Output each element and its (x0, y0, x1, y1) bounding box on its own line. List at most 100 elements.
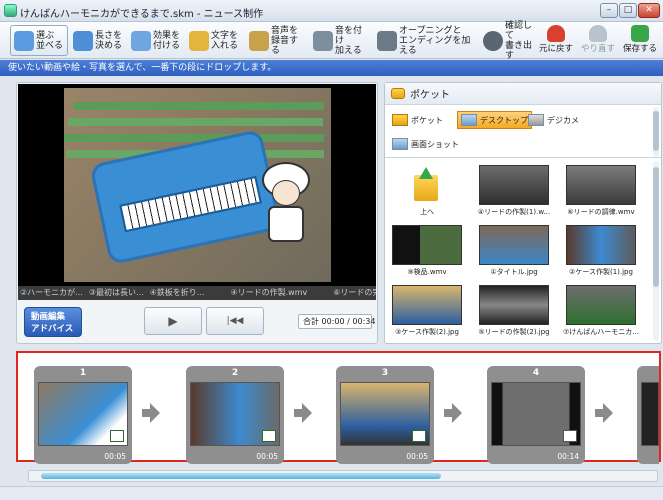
file-item[interactable]: ⑥リードの調律.wmv (562, 165, 640, 217)
clip-thumbnail (641, 382, 659, 446)
advice-button[interactable]: 動画編集 アドバイス (24, 307, 82, 337)
tree-item-screenshot[interactable]: 画面ショット (389, 135, 462, 153)
title-bar: けんばんハーモニカができるまで.skm - ニュース制作 – □ ✕ (0, 0, 663, 22)
tree-label: デスクトップ (480, 115, 528, 125)
tb-label: 文字を 入れる (211, 30, 239, 51)
tree-label: デジカメ (547, 115, 579, 125)
tb-label: 音を付け 加える (335, 25, 363, 56)
file-thumbnail (392, 225, 462, 265)
storyboard-scrollbar[interactable] (28, 470, 658, 482)
clip-thumbnail (340, 382, 430, 446)
scroll-thumb[interactable] (41, 473, 441, 479)
tb-label: 選ぶ 並べる (36, 30, 64, 51)
file-name: ③ケース作製(2).jpg (395, 328, 459, 336)
file-thumbnail (479, 285, 549, 325)
record-button[interactable]: 音声を 録音する (246, 25, 308, 56)
undo-button[interactable]: 元に戻す (535, 25, 577, 56)
storyboard-clip[interactable]: 1 00:05 (34, 366, 132, 464)
window-title: けんばんハーモニカができるまで.skm - ニュース制作 (20, 9, 264, 20)
tb-label: やり直す (580, 44, 615, 54)
file-thumbnail (566, 225, 636, 265)
file-thumbnail (479, 225, 549, 265)
file-scrollbar[interactable] (653, 161, 659, 341)
pocket-header: ポケット (385, 83, 661, 105)
select-arrange-button[interactable]: 選ぶ 並べる (10, 25, 68, 56)
player-controls: 動画編集 アドバイス ▶ |◀◀ 合計 00:00 / 00:34 (18, 301, 376, 343)
file-item[interactable]: ①タイトル.jpg (475, 225, 553, 277)
clip-number: 3 (381, 368, 389, 378)
folder-up-icon (392, 165, 462, 205)
clapper-icon (377, 30, 397, 51)
tb-label: 長さを 決める (95, 30, 123, 51)
clip-duration: 00:14 (557, 452, 579, 461)
clip-thumbnail (38, 382, 128, 446)
tree-item-desktop[interactable]: デスクトップ (457, 111, 532, 129)
total-label: 合計 (303, 317, 319, 326)
pocket-icon (392, 114, 408, 126)
tb-label: オープニングと エンディングを加える (399, 25, 471, 56)
arrow-right-icon (142, 403, 160, 423)
file-grid: 上へ ④リードの作製(1).w... ⑥リードの調律.wmv ⑨検品.wmv ①… (385, 159, 651, 343)
file-item[interactable]: ②ケース作製(1).jpg (562, 225, 640, 277)
redo-button[interactable]: やり直す (577, 25, 619, 56)
time-value: 00:00 / 00:34 (321, 317, 376, 326)
opening-ending-button[interactable]: オープニングと エンディングを加える (374, 25, 478, 56)
file-name: ④リードの作製(1).w... (477, 208, 551, 216)
file-thumbnail (479, 165, 549, 205)
hint-bar: 使いたい動画や絵・写真を選んで、一番下の段にドロップします。 (0, 60, 663, 76)
professor-character (260, 162, 312, 244)
video-preview[interactable] (18, 84, 376, 286)
pocket-icon (391, 88, 405, 99)
file-item[interactable]: ⑦けんばんハーモニカ... (562, 285, 640, 337)
save-icon (631, 25, 649, 42)
tree-scrollbar[interactable] (653, 107, 659, 157)
storyboard-clip[interactable]: 2 00:05 (186, 366, 284, 464)
file-item[interactable]: ⑤リードの作製(2).jpg (475, 285, 553, 337)
clip-thumbnail (190, 382, 280, 446)
file-name: ①タイトル.jpg (490, 268, 538, 276)
advice-line2: アドバイス (31, 324, 74, 334)
file-name: ⑥リードの調律.wmv (567, 208, 635, 216)
tb-label: 効果を 付ける (153, 30, 181, 51)
tb-label: 確認して 書き出す (505, 20, 533, 61)
file-item[interactable]: ③ケース作製(2).jpg (388, 285, 466, 337)
ribbon-item: ⑥リードの完成... (333, 288, 376, 297)
effect-button[interactable]: 効果を 付ける (128, 25, 186, 56)
file-name: ②ケース作製(1).jpg (569, 268, 633, 276)
screenshot-icon (392, 138, 408, 150)
storyboard-clip[interactable]: 4 00:14 (487, 366, 585, 464)
undo-icon (547, 25, 565, 42)
camera-icon (528, 114, 544, 126)
tb-label: 元に戻す (538, 44, 573, 54)
image-badge-icon (262, 430, 276, 442)
ribbon-item: ④鉄板を折り... (149, 288, 205, 297)
tree-item-pocket[interactable]: ポケット (389, 111, 446, 129)
clip-number: 4 (532, 368, 540, 378)
tree-item-camera[interactable]: デジカメ (525, 111, 582, 129)
file-item[interactable]: ⑨検品.wmv (388, 225, 466, 277)
storyboard-clip-partial[interactable] (637, 366, 659, 464)
image-badge-icon (110, 430, 124, 442)
speaker-icon (313, 30, 333, 51)
close-button[interactable]: ✕ (638, 3, 660, 18)
add-sound-button[interactable]: 音を付け 加える (310, 25, 372, 56)
length-button[interactable]: 長さを 決める (70, 25, 128, 56)
maximize-button[interactable]: □ (619, 3, 637, 18)
play-button[interactable]: ▶ (144, 307, 202, 335)
arrow-right-icon (294, 403, 312, 423)
select-arrange-icon (14, 30, 34, 51)
scroll-thumb[interactable] (653, 111, 659, 151)
rewind-button[interactable]: |◀◀ (206, 307, 264, 335)
storyboard-clip[interactable]: 3 00:05 (336, 366, 434, 464)
scroll-thumb[interactable] (653, 167, 659, 287)
save-button[interactable]: 保存する (619, 25, 661, 56)
ribbon-item: ③最初は長い... (88, 288, 144, 297)
minimize-button[interactable]: – (600, 3, 618, 18)
file-item[interactable]: 上へ (388, 165, 466, 217)
pocket-panel: ポケット ポケット デスクトップ デジカメ 画面ショット 上へ ④リードの作製(… (384, 82, 662, 344)
advice-line1: 動画編集 (31, 312, 66, 322)
time-display: 合計 00:00 / 00:34 (298, 314, 375, 329)
export-button[interactable]: 確認して 書き出す (480, 21, 542, 61)
file-item[interactable]: ④リードの作製(1).w... (475, 165, 553, 217)
text-button[interactable]: 文字を 入れる (186, 25, 246, 56)
